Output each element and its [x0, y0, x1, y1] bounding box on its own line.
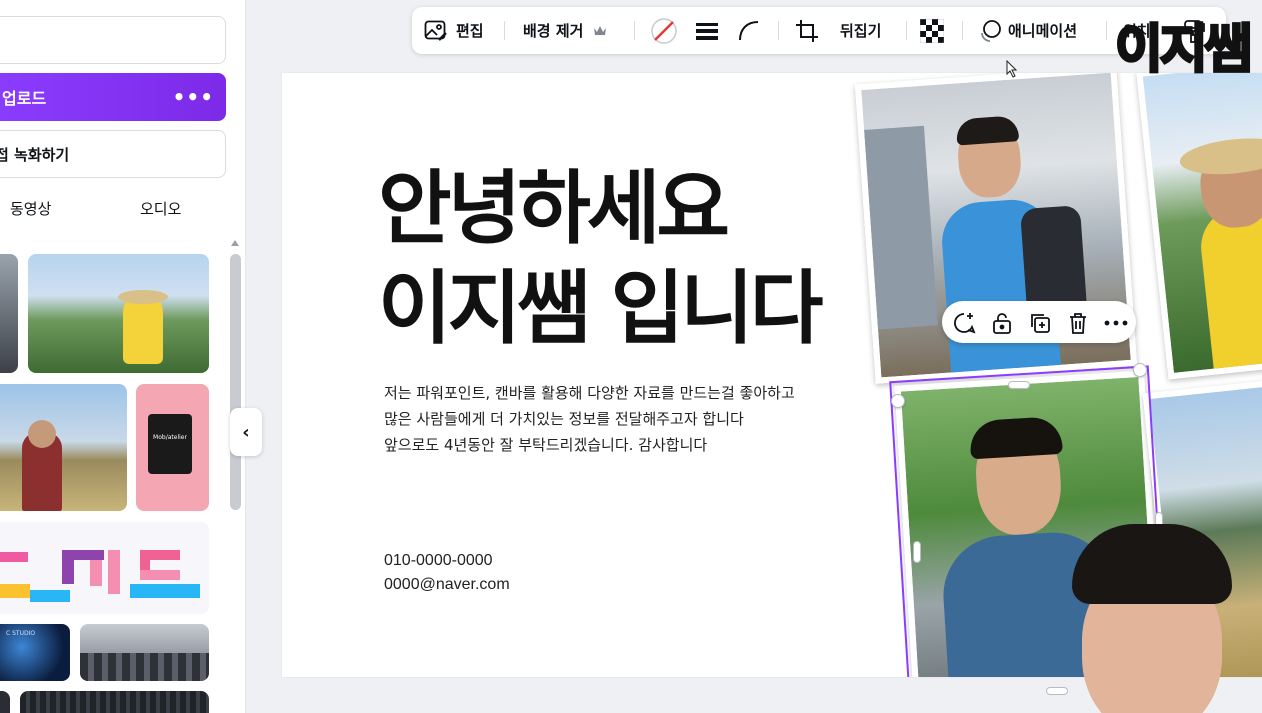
image-edit-icon: [424, 20, 448, 42]
left-panel: 업로드 ••• 접 녹화하기 동영상 오디오 Mob/atelier C STU…: [0, 0, 246, 713]
upload-button[interactable]: 업로드 •••: [0, 73, 226, 121]
resize-handle-top-right[interactable]: [1133, 363, 1147, 377]
record-yourself-button[interactable]: 접 녹화하기: [0, 130, 226, 178]
remove-bg-label: 배경 제거: [523, 22, 584, 40]
upload-thumbnail[interactable]: [0, 691, 10, 713]
photo-yellow-shirt[interactable]: [1136, 73, 1262, 380]
flip-label: 뒤집기: [840, 22, 882, 40]
upload-thumbnail[interactable]: [0, 384, 127, 511]
border-style-icon: [695, 21, 719, 41]
slide-body-line[interactable]: 앞으로도 4년동안 잘 부탁드리겠습니다. 감사합니다: [384, 434, 707, 455]
toolbar-divider: [1106, 21, 1107, 40]
transparency-icon: [920, 18, 944, 43]
border-color-icon: [650, 17, 678, 45]
record-button-label: 접 녹화하기: [0, 145, 70, 164]
resize-handle-left[interactable]: [913, 541, 921, 563]
slide-body-line[interactable]: 저는 파워포인트, 캔바를 활용해 다양한 자료를 만드는걸 좋아하고: [384, 382, 795, 403]
flip-button[interactable]: 뒤집기: [840, 7, 881, 54]
crown-icon: [593, 25, 607, 36]
resize-handle-top-left[interactable]: [891, 394, 905, 408]
image-toolbar: 편집 배경 제거 뒤집기 애니메이션 위치: [412, 7, 1226, 54]
border-color-button[interactable]: [650, 7, 678, 54]
slide-email[interactable]: 0000@naver.com: [384, 576, 510, 594]
upload-thumbnail[interactable]: [28, 254, 209, 373]
transparency-button[interactable]: [920, 7, 944, 54]
search-input[interactable]: [0, 16, 226, 64]
corner-rounding-icon: [738, 20, 760, 42]
tab-videos[interactable]: 동영상: [10, 198, 51, 219]
hair-shape: [968, 415, 1063, 460]
upload-thumbnail[interactable]: [0, 254, 18, 373]
colorful-letters-graphic: [0, 550, 200, 602]
resize-handle-top[interactable]: [1008, 381, 1030, 389]
hat-shape: [118, 290, 168, 304]
hair-shape: [955, 115, 1020, 146]
crop-icon: [795, 19, 819, 43]
upload-thumbnail[interactable]: Mob/atelier: [136, 384, 209, 511]
toolbar-divider: [778, 21, 779, 40]
more-icon[interactable]: [1104, 311, 1128, 335]
edit-image-button[interactable]: 편집: [424, 7, 484, 54]
slide-phone[interactable]: 010-0000-0000: [384, 552, 493, 570]
crop-button[interactable]: [795, 7, 819, 54]
border-style-button[interactable]: [695, 7, 719, 54]
animate-button[interactable]: 애니메이션: [978, 7, 1077, 54]
upload-thumbnail[interactable]: [0, 522, 209, 614]
mouse-cursor-icon: [1006, 59, 1018, 82]
head-shape: [28, 420, 56, 448]
lock-icon[interactable]: [990, 311, 1014, 335]
tote-bag-shape: Mob/atelier: [148, 414, 192, 474]
scroll-up-arrow-icon[interactable]: [231, 240, 239, 246]
edit-label: 편집: [456, 22, 484, 40]
trash-icon[interactable]: [1066, 311, 1090, 335]
animate-icon: [978, 19, 1002, 43]
element-context-menu: [942, 301, 1136, 343]
thumbnail-caption: C STUDIO: [6, 630, 36, 637]
collapse-panel-button[interactable]: ‹: [230, 408, 262, 456]
toolbar-divider: [634, 21, 635, 40]
slide-body-line[interactable]: 많은 사람들에게 더 가치있는 정보를 전달해주고자 합니다: [384, 408, 744, 429]
channel-watermark: 이지쌤: [1114, 20, 1255, 80]
slide-heading-line2[interactable]: 이지쌤 입니다: [378, 269, 823, 349]
upload-thumbnail[interactable]: [80, 624, 209, 681]
tab-audio[interactable]: 오디오: [140, 198, 181, 219]
crowd-shape: [80, 653, 209, 681]
person-shape: [123, 294, 163, 364]
animate-label: 애니메이션: [1008, 22, 1078, 40]
toolbar-divider: [962, 21, 963, 40]
toolbar-divider: [504, 21, 505, 40]
webcam-overlay: [1062, 524, 1262, 713]
remove-background-button[interactable]: 배경 제거: [523, 7, 607, 54]
duplicate-icon[interactable]: [1028, 311, 1052, 335]
scroll-thumb[interactable]: [230, 254, 241, 510]
upload-thumbnail[interactable]: [20, 691, 209, 713]
hair-shape: [1072, 524, 1232, 604]
upload-button-label: 업로드: [2, 89, 47, 108]
comment-add-icon[interactable]: [952, 311, 976, 335]
scrollbar[interactable]: [229, 240, 242, 713]
upload-thumbnail[interactable]: C STUDIO: [0, 624, 70, 681]
more-options-icon[interactable]: •••: [173, 87, 214, 107]
bag-print: Mob/atelier: [153, 434, 187, 441]
slide-heading-line1[interactable]: 안녕하세요: [378, 169, 730, 249]
subway-door-shape: [864, 125, 938, 330]
toolbar-divider: [906, 21, 907, 40]
corner-rounding-button[interactable]: [738, 7, 760, 54]
person-shape: [1197, 201, 1262, 380]
